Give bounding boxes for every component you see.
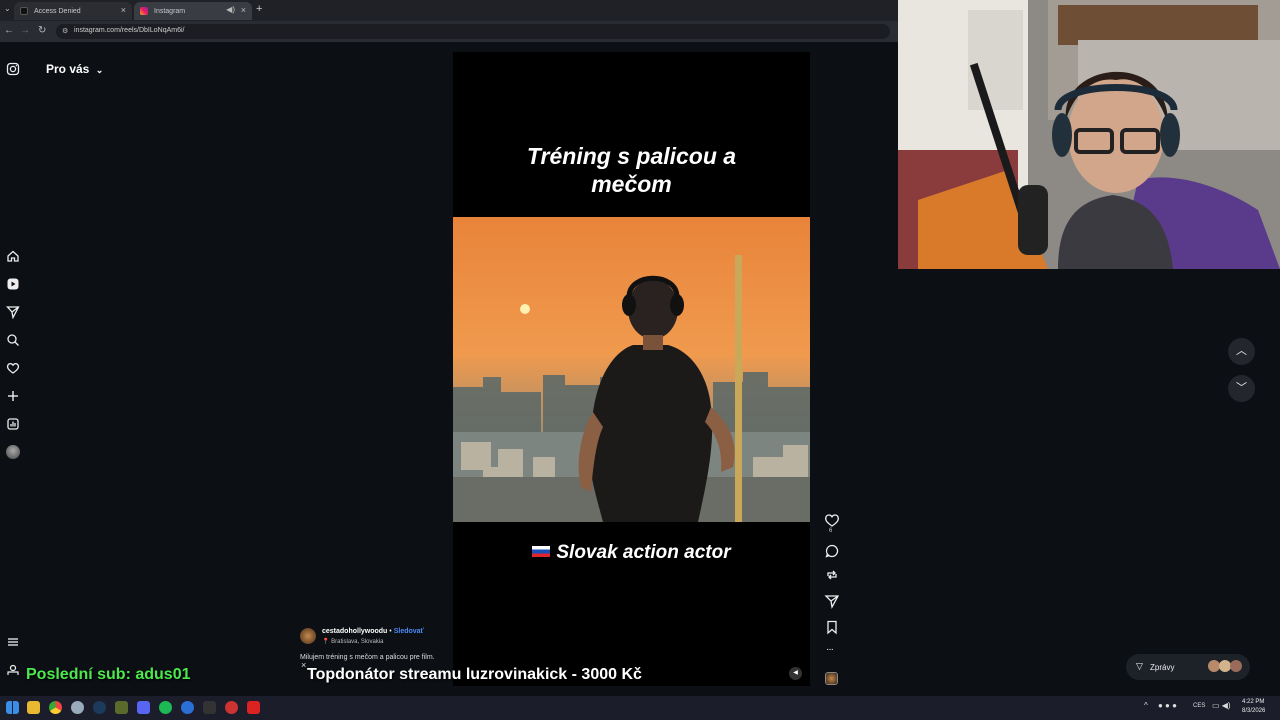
clock-date[interactable]: 8/3/2026	[1242, 708, 1265, 714]
clock-time[interactable]: 4:22 PM	[1242, 699, 1264, 705]
top-donor-overlay: Topdonátor streamu luzrovinakick - 3000 …	[307, 666, 642, 683]
mute-button[interactable]: ◀	[789, 667, 802, 680]
steam-icon[interactable]	[93, 701, 106, 714]
tab-instagram[interactable]: Instagram ◀) ×	[134, 2, 252, 20]
threads-icon[interactable]	[6, 663, 20, 677]
comment-icon[interactable]	[824, 543, 840, 559]
profile-avatar[interactable]	[6, 445, 20, 459]
messages-button[interactable]: ▽ Zprávy	[1126, 654, 1250, 680]
search-icon[interactable]	[6, 333, 20, 347]
tiktok-icon	[20, 7, 28, 15]
new-tab-button[interactable]: +	[256, 3, 262, 15]
close-tab-icon[interactable]: ×	[121, 5, 126, 15]
menu-icon[interactable]	[6, 635, 20, 649]
reload-icon[interactable]: ↻	[38, 25, 46, 36]
instagram-icon	[140, 7, 148, 15]
chrome-icon[interactable]	[49, 701, 62, 714]
audio-thumbnail[interactable]	[825, 672, 838, 685]
reel-photo	[453, 217, 810, 522]
location-row[interactable]: 📍 Bratislava, Slovakia	[322, 638, 384, 645]
reel-bottom-caption: Slovak action actor	[453, 542, 810, 564]
follow-button[interactable]: Sledovať	[394, 628, 424, 635]
app-icon[interactable]	[115, 701, 128, 714]
like-icon[interactable]	[824, 512, 840, 528]
ccleaner-icon[interactable]	[181, 701, 194, 714]
bookmark-icon[interactable]	[824, 619, 840, 635]
network-sound-icons[interactable]: ▭ ◀)	[1212, 701, 1231, 710]
reel-video[interactable]: Tréning s palicou a mečom Slovak action …	[453, 52, 810, 686]
reel-description: Milujem tréning s mečom a palicou pre fi…	[300, 654, 435, 661]
dashboard-icon[interactable]	[6, 417, 20, 431]
send-icon[interactable]	[6, 305, 20, 319]
tab-label: Access Denied	[34, 7, 81, 15]
windows-start-icon[interactable]	[6, 701, 19, 714]
site-info-icon[interactable]: ⚙	[62, 27, 68, 35]
next-reel-button[interactable]: ﹀	[1228, 375, 1255, 402]
feed-selector[interactable]: Pro vás ⌄	[46, 62, 103, 76]
terminal-icon[interactable]	[203, 701, 216, 714]
webcam-image	[898, 0, 1280, 269]
speaker-icon[interactable]: ◀)	[226, 5, 235, 14]
like-count: 6	[829, 528, 833, 534]
tab-list-chevron-icon[interactable]: ⌄	[4, 4, 11, 13]
reel-top-caption: Tréning s palicou a mečom	[526, 143, 737, 197]
tray-icons[interactable]: ● ● ●	[1158, 701, 1177, 710]
tray-chevron-icon[interactable]: ^	[1144, 701, 1148, 710]
webcam-overlay	[898, 0, 1280, 269]
previous-reel-button[interactable]: ︿	[1228, 338, 1255, 365]
heart-icon[interactable]	[6, 361, 20, 375]
tab-label: Instagram	[154, 7, 186, 15]
reel-bottom-caption-text: Slovak action actor	[556, 542, 731, 563]
location-pin-icon: 📍	[322, 639, 330, 645]
last-sub-overlay: Poslední sub: adus01	[26, 666, 191, 683]
url-text: instagram.com/reels/DbILoNqAm6i/	[74, 27, 185, 34]
file-explorer-icon[interactable]	[27, 701, 40, 714]
home-icon[interactable]	[6, 249, 20, 263]
obs-record-icon[interactable]	[247, 701, 260, 714]
more-options-icon[interactable]: ···	[826, 644, 834, 655]
feed-selector-label: Pro vás	[46, 62, 90, 76]
author-row: cestadohollywoodu • Sledovať	[322, 628, 424, 635]
spotify-icon[interactable]	[159, 701, 172, 714]
tab-access-denied[interactable]: Access Denied ×	[14, 2, 132, 20]
close-icon[interactable]: ×	[301, 660, 306, 670]
taskbar: ^ ● ● ● CES ▭ ◀) 4:22 PM 8/3/2026	[0, 696, 1280, 720]
language-indicator[interactable]: CES	[1193, 703, 1205, 709]
instagram-logo-icon[interactable]	[6, 62, 20, 76]
share-icon[interactable]	[824, 593, 840, 609]
forward-icon[interactable]: →	[20, 25, 30, 36]
author-name[interactable]: cestadohollywoodu	[322, 628, 387, 635]
chevron-down-icon: ⌄	[95, 65, 104, 75]
address-bar-row: ← → ↻ ⚙ instagram.com/reels/DbILoNqAm6i/	[0, 21, 898, 42]
author-avatar[interactable]	[300, 628, 316, 644]
browser-icon[interactable]	[71, 701, 84, 714]
browser-tab-bar: ⌄ Access Denied × Instagram ◀) × +	[0, 0, 898, 21]
create-icon[interactable]	[6, 389, 20, 403]
slovakia-flag-icon	[532, 546, 551, 557]
repost-icon[interactable]	[824, 567, 840, 583]
messages-label: Zprávy	[1150, 663, 1175, 672]
app-icon[interactable]	[225, 701, 238, 714]
messages-send-icon: ▽	[1136, 661, 1143, 671]
close-tab-icon[interactable]: ×	[241, 5, 246, 15]
discord-icon[interactable]	[137, 701, 150, 714]
back-icon[interactable]: ←	[4, 25, 14, 36]
url-input[interactable]: ⚙ instagram.com/reels/DbILoNqAm6i/	[56, 24, 890, 39]
reels-icon[interactable]	[6, 277, 20, 291]
video-frame-image	[453, 217, 810, 522]
location-text: Bratislava, Slovakia	[331, 639, 384, 645]
avatar	[1230, 660, 1242, 672]
